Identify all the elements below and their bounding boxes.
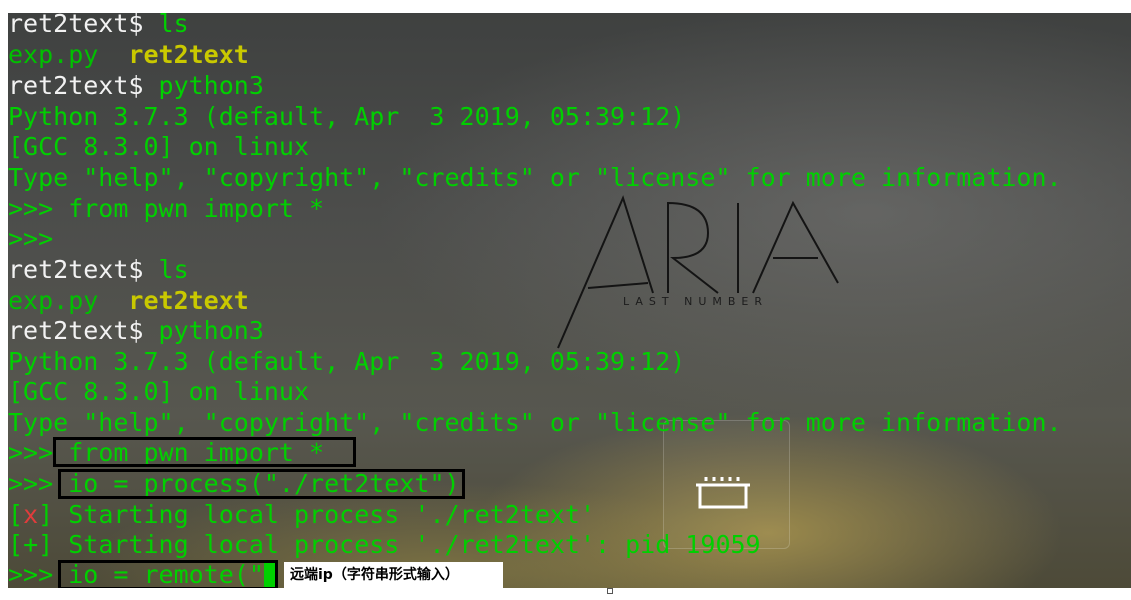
python-banner: Python 3.7.3 (default, Apr 3 2019, 05:39… (8, 102, 686, 131)
highlight-box-process (58, 469, 465, 499)
python-banner: [GCC 8.3.0] on linux (8, 132, 310, 161)
python-banner: Python 3.7.3 (default, Apr 3 2019, 05:39… (8, 347, 686, 376)
aria-logo-subtext: LAST NUMBER (623, 295, 768, 308)
pwn-status-line: [x] Starting local process './ret2text' (8, 500, 596, 529)
python-banner: Type "help", "copyright", "credits" or "… (8, 408, 1062, 437)
python-banner: [GCC 8.3.0] on linux (8, 377, 310, 406)
aria-wallpaper-logo: LAST NUMBER (557, 195, 839, 349)
shell-line: ret2text$ python3 (8, 316, 264, 345)
keyboard-icon (696, 477, 750, 509)
annotation-caption: 远端ip（字符串形式输入） (284, 562, 503, 588)
pwn-status-line: [+] Starting local process './ret2text':… (8, 530, 761, 559)
python-line: >>> from pwn import * (8, 194, 325, 223)
ls-output: exp.py ret2text (8, 286, 249, 315)
shell-line: ret2text$ ls (8, 255, 189, 284)
python-line: >>> (8, 224, 54, 253)
highlight-box-remote (58, 560, 278, 588)
terminal-window[interactable]: LAST NUMBER ret2text$ ls exp.py ret2text… (8, 13, 1131, 588)
python-banner: Type "help", "copyright", "credits" or "… (8, 163, 1062, 192)
highlight-box-import (53, 437, 356, 467)
resize-handle (607, 588, 613, 594)
shell-line: ret2text$ python3 (8, 71, 264, 100)
ls-output: exp.py ret2text (8, 40, 249, 69)
shell-line: ret2text$ ls (8, 13, 189, 38)
